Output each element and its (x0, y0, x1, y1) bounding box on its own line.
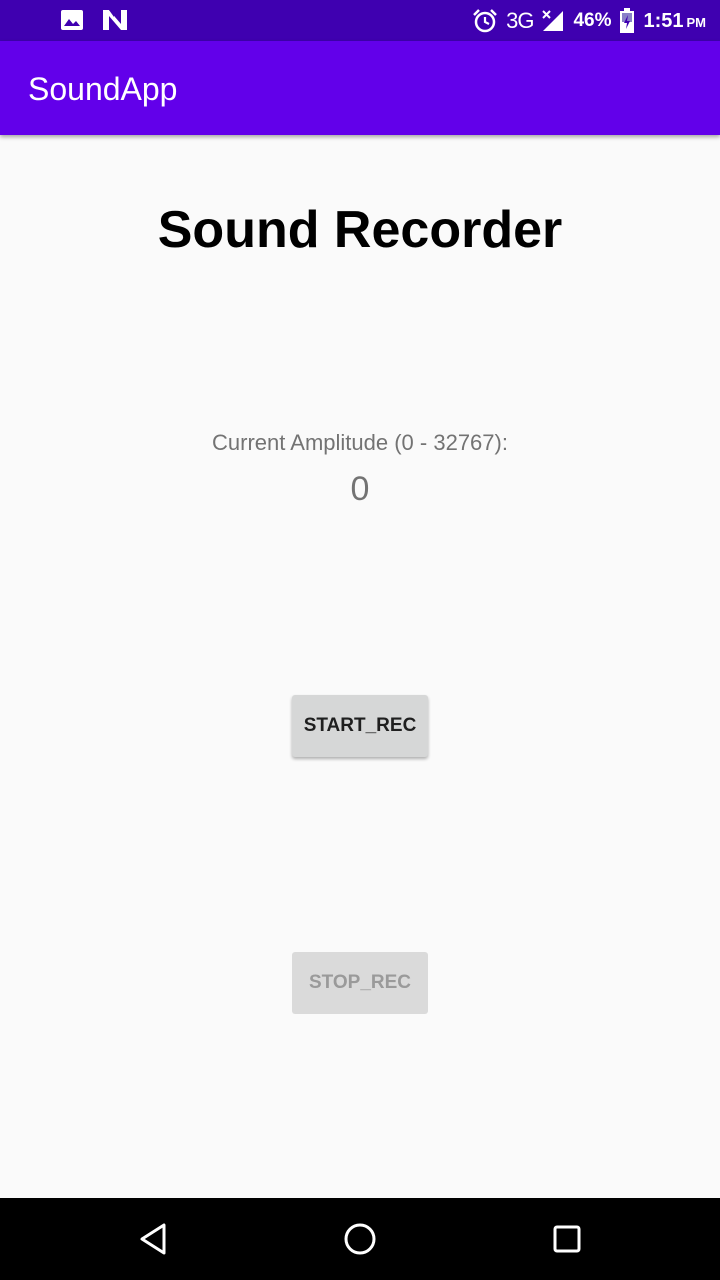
page-title: Sound Recorder (157, 201, 563, 259)
status-bar: 3G 46% 1:51 PM (0, 0, 720, 41)
network-type: 3G (506, 8, 534, 33)
amplitude-label: Current Amplitude (0 - 32767): (212, 430, 508, 455)
app-bar: SoundApp (0, 41, 720, 135)
back-icon[interactable] (134, 1219, 174, 1259)
home-icon[interactable] (340, 1219, 380, 1259)
navigation-bar (0, 1198, 720, 1280)
n-icon (102, 8, 128, 32)
status-bar-system: 3G 46% 1:51 PM (472, 6, 706, 36)
recents-icon[interactable] (547, 1219, 587, 1259)
app-title: SoundApp (28, 71, 178, 107)
signal-icon (541, 9, 565, 33)
alarm-icon (472, 8, 498, 34)
status-bar-notifications (60, 8, 128, 32)
clock-ampm: PM (686, 14, 707, 30)
clock-time: 1:51 (643, 9, 684, 32)
amplitude-value: 0 (350, 470, 370, 508)
battery-icon (619, 8, 635, 34)
start-recording-button[interactable]: START_REC (292, 695, 428, 757)
stop-recording-button: STOP_REC (292, 952, 428, 1014)
clock: 1:51 PM (643, 10, 706, 33)
image-icon (60, 8, 84, 32)
battery-percent: 46% (573, 10, 612, 31)
